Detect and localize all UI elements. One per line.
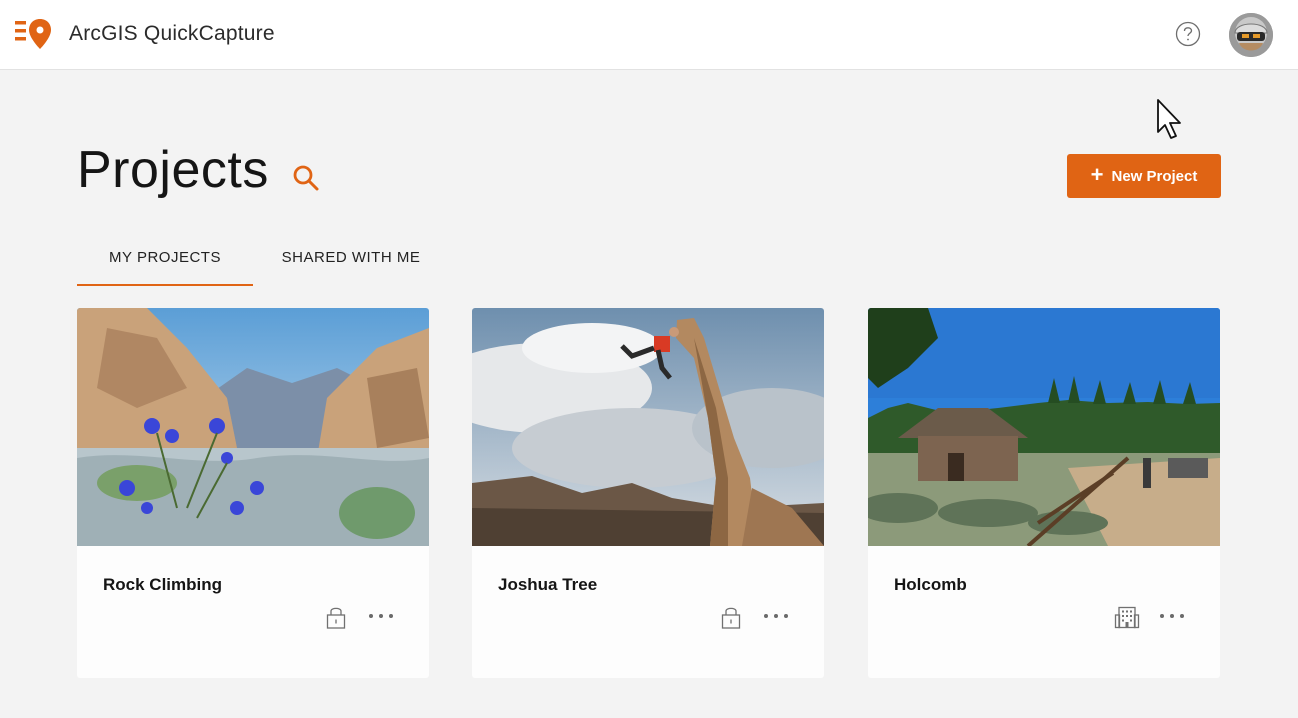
lock-icon	[721, 607, 741, 629]
project-thumbnail	[472, 308, 824, 546]
help-circle-icon[interactable]	[1175, 21, 1201, 47]
new-project-label: New Project	[1111, 167, 1198, 185]
project-card[interactable]: Holcomb	[868, 308, 1220, 678]
project-title: Holcomb	[894, 575, 967, 594]
more-options-button[interactable]	[756, 604, 796, 628]
project-card[interactable]: Joshua Tree	[472, 308, 824, 678]
page-title: Projects	[77, 141, 269, 199]
quickcapture-logo-icon	[15, 19, 51, 49]
project-thumbnail	[868, 308, 1220, 546]
project-title: Rock Climbing	[103, 575, 223, 594]
new-project-button[interactable]: + New Project	[1067, 154, 1221, 198]
project-tabs: MY PROJECTS SHARED WITH ME	[77, 238, 477, 286]
project-card[interactable]: Rock Climbing	[77, 308, 429, 678]
organization-icon	[1114, 606, 1140, 629]
tab-shared-with-me[interactable]: SHARED WITH ME	[263, 238, 439, 284]
project-title: Joshua Tree	[498, 575, 598, 594]
app-header: ArcGIS QuickCapture	[0, 0, 1298, 70]
app-title: ArcGIS QuickCapture	[69, 22, 275, 45]
more-options-button[interactable]	[1152, 604, 1192, 628]
plus-icon: +	[1090, 162, 1104, 187]
project-thumbnail	[77, 308, 429, 546]
more-options-button[interactable]	[361, 604, 401, 628]
lock-icon	[326, 607, 346, 629]
mouse-pointer-icon	[1157, 99, 1181, 139]
search-icon[interactable]	[290, 162, 322, 194]
tab-my-projects[interactable]: MY PROJECTS	[77, 238, 253, 286]
user-avatar[interactable]	[1229, 13, 1273, 57]
